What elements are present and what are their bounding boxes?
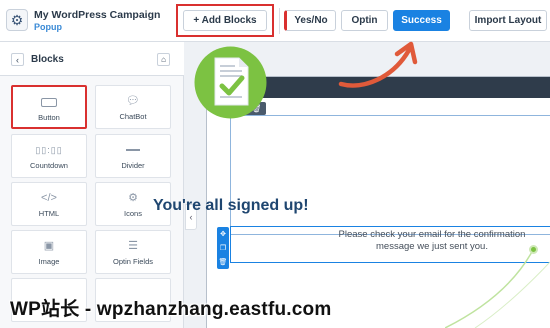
top-bar: ⚙ My WordPress Campaign Popup + Add Bloc… — [0, 0, 550, 42]
divider-icon — [96, 143, 170, 157]
block-html[interactable]: </> HTML — [11, 182, 87, 226]
duplicate-icon[interactable]: ❐ — [220, 244, 226, 252]
toolbar-divider — [279, 8, 280, 34]
image-icon: ▣ — [43, 240, 55, 252]
block-chatbot[interactable]: 💬︎ ChatBot — [95, 85, 171, 129]
block-image[interactable]: ▣ Image — [11, 230, 87, 274]
block-label: Optin Fields — [112, 257, 154, 266]
campaign-type: Popup — [34, 22, 62, 32]
blocks-sidebar: ‹ Blocks ⌂ Button 💬︎ ChatBot ▯▯:▯▯ Count… — [0, 42, 184, 328]
tab-success[interactable]: Success — [393, 10, 450, 31]
block-button[interactable]: Button — [11, 85, 87, 129]
block-divider[interactable]: Divider — [95, 134, 171, 178]
code-icon: </> — [41, 192, 57, 204]
sidebar-title: Blocks — [31, 54, 64, 65]
success-heading[interactable]: You're all signed up! — [153, 197, 309, 215]
block-optin-fields[interactable]: ☰ Optin Fields — [95, 230, 171, 274]
watermark-text: WP站长 - wpzhanzhang.eastfu.com — [10, 299, 332, 320]
chat-icon: 💬︎ — [126, 95, 140, 107]
list-icon: ☰ — [128, 240, 138, 252]
decorative-curve — [445, 249, 550, 328]
block-label: Button — [38, 113, 60, 122]
block-label: HTML — [38, 209, 60, 218]
decorative-dot — [529, 245, 538, 254]
countdown-icon: ▯▯:▯▯ — [35, 145, 63, 155]
add-blocks-button[interactable]: + Add Blocks — [183, 10, 267, 31]
move-icon[interactable]: ✥ — [220, 230, 226, 238]
sidebar-header: ‹ Blocks ⌂ — [0, 42, 184, 76]
block-label: ChatBot — [119, 112, 147, 121]
block-tools[interactable]: ✥ ❐ 🗑︎ — [217, 227, 229, 269]
success-document-icon — [194, 46, 267, 119]
block-countdown[interactable]: ▯▯:▯▯ Countdown — [11, 134, 87, 178]
button-icon — [13, 95, 85, 109]
chevron-left-icon[interactable]: ‹ — [11, 53, 24, 66]
annotation-arrow-icon — [338, 41, 418, 88]
trash-icon[interactable]: 🗑︎ — [219, 258, 228, 266]
block-label: Image — [38, 257, 60, 266]
home-icon[interactable]: ⌂ — [157, 53, 170, 66]
tab-yes-no[interactable]: Yes/No — [284, 10, 336, 31]
tab-optin[interactable]: Optin — [341, 10, 388, 31]
campaign-title: My WordPress Campaign — [34, 9, 161, 21]
block-label: Divider — [121, 161, 145, 170]
block-label: Countdown — [30, 161, 68, 170]
column-outline — [230, 115, 550, 235]
import-layout-button[interactable]: Import Layout — [469, 10, 547, 31]
settings-gear-icon[interactable]: ⚙ — [6, 9, 28, 31]
